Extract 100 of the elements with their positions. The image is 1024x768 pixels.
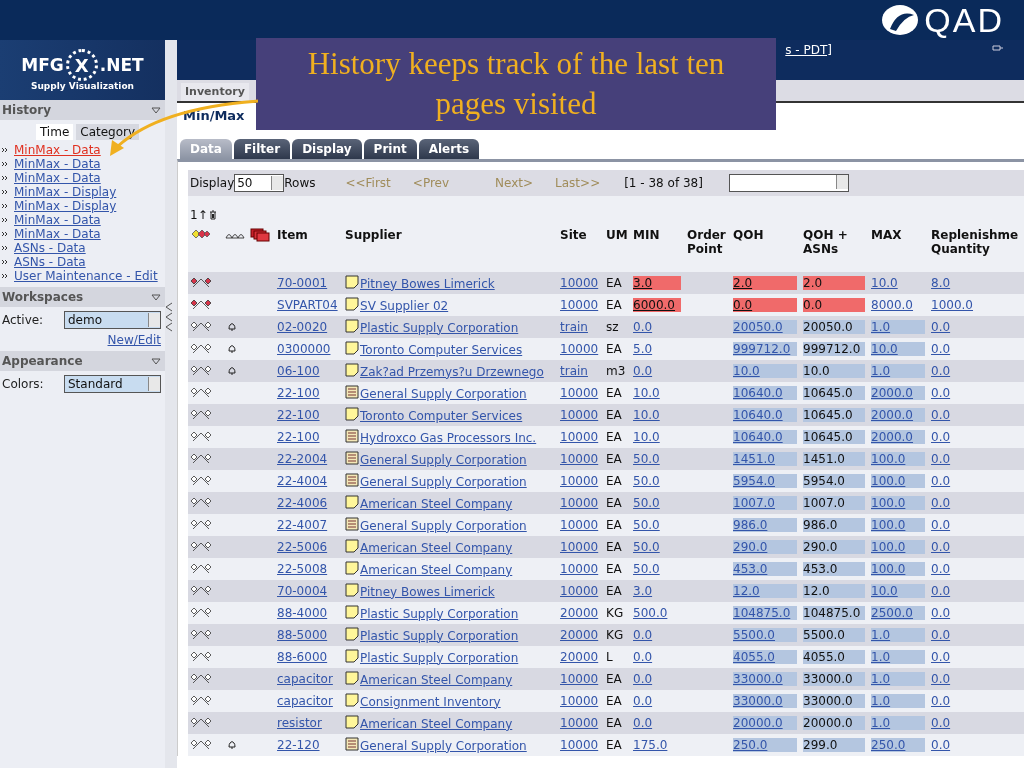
min-cell[interactable]: 6000.0: [633, 298, 681, 312]
replenish-link[interactable]: 0.0: [931, 540, 951, 554]
max-cell[interactable]: 1.0: [871, 672, 925, 686]
history-link[interactable]: ASNs - Data: [14, 241, 86, 255]
site-link[interactable]: 10000: [560, 716, 599, 730]
qoh-cell[interactable]: 20000.0: [733, 716, 797, 730]
supplier-link[interactable]: American Steel Company: [360, 716, 513, 731]
supplier-link[interactable]: American Steel Company: [360, 672, 513, 687]
replenish-link[interactable]: 0.0: [931, 320, 951, 334]
max-cell[interactable]: 1.0: [871, 628, 925, 642]
tab[interactable]: Print: [363, 139, 417, 159]
flags-icon[interactable]: [190, 363, 212, 376]
tab[interactable]: Display: [292, 139, 362, 159]
item-link[interactable]: 22-100: [277, 430, 320, 444]
supplier-link[interactable]: Pitney Bowes Limerick: [360, 276, 495, 291]
max-cell[interactable]: 100.0: [871, 540, 925, 554]
replenish-link[interactable]: 0.0: [931, 364, 951, 378]
qoh-cell[interactable]: 33000.0: [733, 694, 797, 708]
qoh-cell[interactable]: 104875.0: [733, 606, 797, 620]
min-cell[interactable]: 0.0: [633, 672, 681, 686]
item-link[interactable]: 88-4000: [277, 606, 328, 620]
toggle-tab[interactable]: Category: [76, 124, 140, 140]
site-link[interactable]: 10000: [560, 518, 599, 532]
replenish-link[interactable]: 0.0: [931, 430, 951, 444]
item-link[interactable]: 22-4006: [277, 496, 328, 510]
note-icon[interactable]: [345, 362, 359, 377]
min-cell[interactable]: 50.0: [633, 540, 681, 554]
replenish-link[interactable]: 0.0: [931, 584, 951, 598]
max-cell[interactable]: 2000.0: [871, 430, 925, 444]
tab[interactable]: Filter: [233, 139, 291, 159]
supplier-link[interactable]: American Steel Company: [360, 496, 513, 511]
supplier-link[interactable]: Toronto Computer Services: [360, 342, 523, 357]
header-link[interactable]: s - PDT]: [785, 43, 832, 57]
max-cell[interactable]: 2000.0: [871, 408, 925, 422]
document-icon[interactable]: [345, 384, 359, 399]
replenish-link[interactable]: 0.0: [931, 628, 951, 642]
item-link[interactable]: 70-0001: [277, 276, 328, 290]
supplier-link[interactable]: Zak?ad Przemys?u Drzewnego: [360, 364, 544, 379]
replenish-link[interactable]: 0.0: [931, 408, 951, 422]
max-cell[interactable]: 10.0: [871, 342, 925, 356]
replenish-link[interactable]: 0.0: [931, 496, 951, 510]
flags-icon[interactable]: [190, 517, 212, 530]
tab[interactable]: Alerts: [418, 139, 480, 159]
site-link[interactable]: 20000: [560, 606, 599, 620]
site-link[interactable]: 10000: [560, 584, 599, 598]
note-icon[interactable]: [345, 648, 359, 663]
replenish-link[interactable]: 0.0: [931, 562, 951, 576]
site-link[interactable]: 10000: [560, 496, 599, 510]
bell-icon[interactable]: [228, 344, 236, 353]
max-cell[interactable]: 250.0: [871, 738, 925, 752]
column-header[interactable]: UM: [606, 228, 631, 242]
item-link[interactable]: 22-5008: [277, 562, 328, 576]
site-link[interactable]: 10000: [560, 298, 599, 312]
supplier-link[interactable]: Hydroxco Gas Processors Inc.: [360, 430, 537, 445]
trash-icon[interactable]: [208, 210, 217, 220]
document-icon[interactable]: [345, 736, 359, 751]
item-link[interactable]: 70-0004: [277, 584, 328, 598]
min-cell[interactable]: 3.0: [633, 276, 681, 290]
document-icon[interactable]: [345, 428, 359, 443]
flags-icon[interactable]: [190, 407, 212, 420]
item-link[interactable]: 88-6000: [277, 650, 328, 664]
replenish-link[interactable]: 0.0: [931, 738, 951, 752]
item-link[interactable]: 06-100: [277, 364, 320, 378]
site-link[interactable]: 10000: [560, 738, 599, 752]
note-icon[interactable]: [345, 582, 359, 597]
bell-icon[interactable]: [228, 366, 236, 375]
site-link[interactable]: 10000: [560, 342, 599, 356]
qoh-cell[interactable]: 2.0: [733, 276, 797, 290]
min-cell[interactable]: 0.0: [633, 364, 681, 378]
column-header[interactable]: QOH + ASNs: [803, 228, 869, 256]
item-link[interactable]: 0300000: [277, 342, 331, 356]
note-icon[interactable]: [345, 274, 359, 289]
site-link[interactable]: 10000: [560, 562, 599, 576]
flags-icon[interactable]: [190, 583, 212, 596]
flags-icon[interactable]: [190, 561, 212, 574]
min-cell[interactable]: 0.0: [633, 628, 681, 642]
note-icon[interactable]: [345, 406, 359, 421]
site-link[interactable]: 10000: [560, 452, 599, 466]
qoh-cell[interactable]: 10640.0: [733, 386, 797, 400]
history-link[interactable]: MinMax - Data: [14, 143, 101, 157]
qoh-cell[interactable]: 250.0: [733, 738, 797, 752]
flags-icon[interactable]: [190, 693, 212, 706]
flags-icon[interactable]: [190, 451, 212, 464]
max-cell[interactable]: 10.0: [871, 584, 925, 598]
site-link[interactable]: 10000: [560, 694, 599, 708]
site-link[interactable]: 10000: [560, 408, 599, 422]
max-cell[interactable]: 10.0: [871, 276, 925, 290]
column-header[interactable]: QOH: [733, 228, 801, 242]
flags-icon[interactable]: [190, 627, 212, 640]
supplier-link[interactable]: Plastic Supply Corporation: [360, 606, 519, 621]
document-icon[interactable]: [345, 472, 359, 487]
replenish-link[interactable]: 0.0: [931, 606, 951, 620]
min-cell[interactable]: 3.0: [633, 584, 681, 598]
item-link[interactable]: 22-4004: [277, 474, 328, 488]
flags-icon[interactable]: [190, 649, 212, 662]
min-cell[interactable]: 50.0: [633, 562, 681, 576]
replenish-link[interactable]: 8.0: [931, 276, 951, 290]
flags-icon[interactable]: [190, 495, 212, 508]
collapse-icon[interactable]: [151, 357, 161, 365]
max-cell[interactable]: 1.0: [871, 364, 925, 378]
